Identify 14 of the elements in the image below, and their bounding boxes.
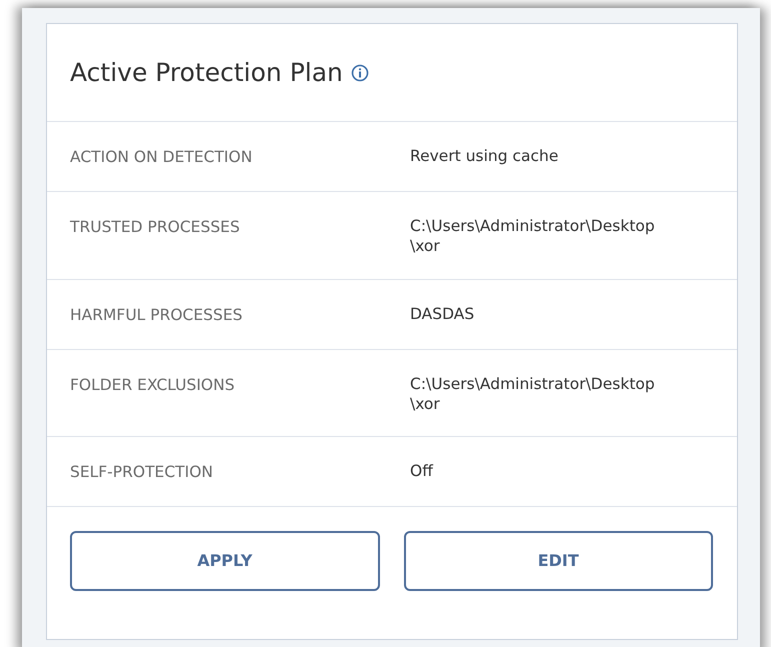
field-value: DASDAS [410, 304, 476, 325]
field-label: FOLDER EXCLUSIONS [70, 374, 236, 396]
field-value: C:\Users\Administrator\Desktop\xor [410, 374, 656, 414]
field-label: SELF-PROTECTION [70, 462, 214, 484]
apply-button[interactable]: APPLY [70, 531, 380, 592]
info-icon[interactable] [350, 64, 369, 82]
field-label: ACTION ON DETECTION [70, 147, 254, 168]
edit-button[interactable]: EDIT [404, 531, 713, 592]
field-label: TRUSTED PROCESSES [70, 217, 241, 238]
card-title: Active Protection Plan [70, 58, 343, 88]
field-value: Revert using cache [410, 146, 560, 167]
field-value: C:\Users\Administrator\Desktop\xor [410, 216, 656, 257]
field-label: HARMFUL PROCESSES [70, 304, 244, 326]
field-value: Off [410, 461, 434, 482]
